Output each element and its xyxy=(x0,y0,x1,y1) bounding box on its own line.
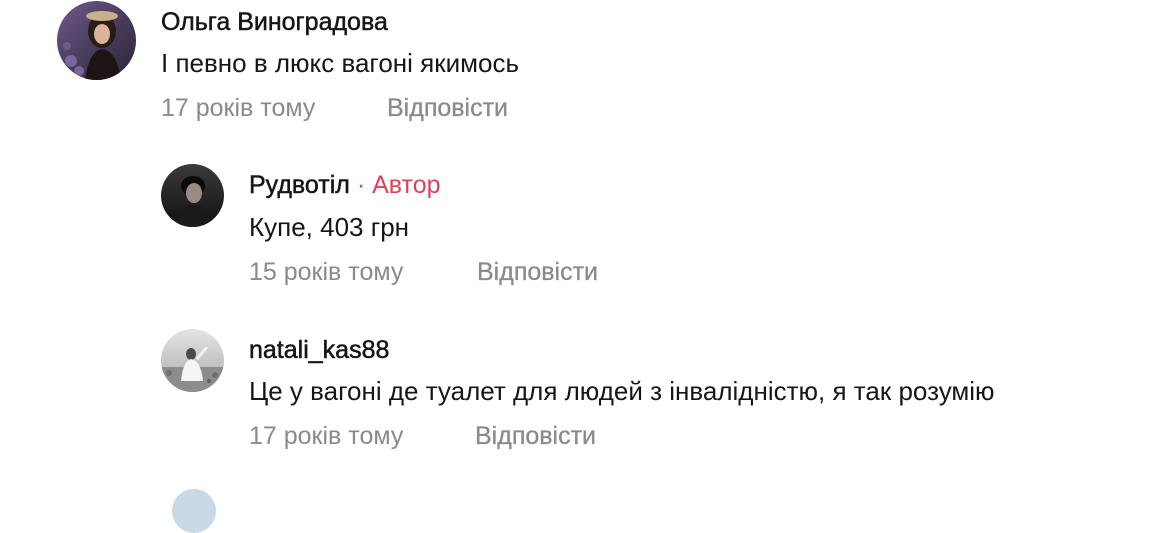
comment-reply-item: Рудвотіл · Автор Купе, 403 грн 15 років … xyxy=(0,150,1158,300)
comment-text: Це у вагоні де туалет для людей з інвалі… xyxy=(249,376,995,406)
comment-timestamp: 15 років тому xyxy=(249,258,404,286)
comment-author-line: Ольга Виноградова xyxy=(161,7,388,37)
comment-timestamp: 17 років тому xyxy=(161,94,316,122)
author-badge-separator: · xyxy=(356,171,366,199)
comment-author-name[interactable]: Ольга Виноградова xyxy=(161,8,388,37)
reply-button[interactable]: Відповісти xyxy=(387,93,508,123)
comment-text: І певно в люкс вагоні якимось xyxy=(161,48,520,78)
user-photo-icon xyxy=(161,329,224,392)
user-avatar[interactable] xyxy=(161,329,224,392)
user-avatar[interactable] xyxy=(57,1,136,80)
user-avatar[interactable] xyxy=(172,489,216,533)
comment-timestamp: 17 років тому xyxy=(249,422,404,450)
reply-button[interactable]: Відповісти xyxy=(477,257,598,287)
comment-reply-item: natali_kas88 Це у вагоні де туалет для л… xyxy=(0,315,1158,465)
comment-author-line: natali_kas88 xyxy=(249,335,390,365)
comment-author-name[interactable]: natali_kas88 xyxy=(249,336,390,365)
author-badge: Автор xyxy=(372,171,441,199)
user-photo-icon xyxy=(161,164,224,227)
comment-text: Купе, 403 грн xyxy=(249,212,410,242)
user-photo-icon xyxy=(57,1,136,80)
comment-author-name[interactable]: Рудвотіл xyxy=(249,171,350,200)
comment-item: Ольга Виноградова І певно в люкс вагоні … xyxy=(0,0,1158,140)
user-avatar[interactable] xyxy=(161,164,224,227)
reply-button[interactable]: Відповісти xyxy=(475,421,596,451)
comment-author-line: Рудвотіл · Автор xyxy=(249,170,441,200)
